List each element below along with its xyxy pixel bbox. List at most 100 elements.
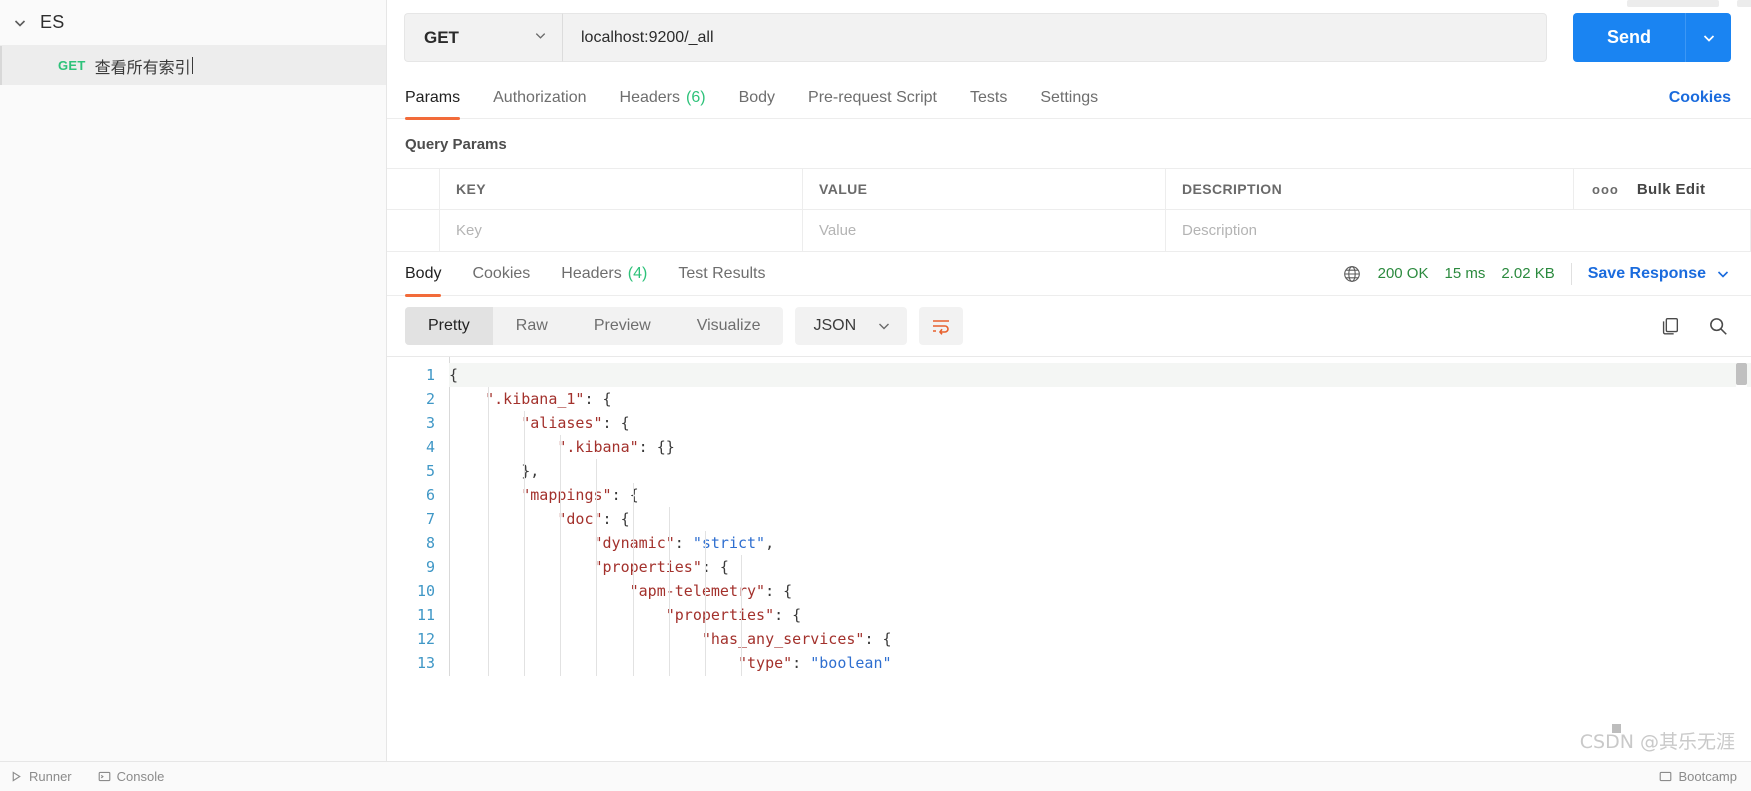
value-input[interactable]: Value (803, 210, 1166, 251)
cookies-link[interactable]: Cookies (1669, 89, 1731, 107)
code-token: : { (701, 558, 729, 576)
postman-window: ES GET 查看所有索引 Runner Console GET localho… (0, 0, 1751, 791)
code-line: "aliases": { (449, 411, 1751, 435)
request-method-tag: GET (58, 58, 86, 73)
code-token: : { (602, 414, 630, 432)
word-wrap-icon[interactable] (919, 307, 964, 345)
response-tab-test-results[interactable]: Test Results (678, 252, 765, 296)
search-icon[interactable] (1705, 313, 1731, 339)
response-tab-cookies[interactable]: Cookies (472, 252, 530, 296)
page-scrollbar[interactable] (1744, 0, 1751, 791)
code-line-number: 3 (425, 414, 435, 432)
more-options-icon[interactable]: ooo (1592, 182, 1619, 197)
code-line-number: 9 (425, 558, 435, 576)
bottom-status-bar: Bootcamp (387, 761, 1751, 791)
code-token: ".kibana_1" (485, 390, 585, 408)
code-indent-guide (632, 483, 634, 676)
response-tabs: Body Cookies Headers (4) Test Results 20… (387, 252, 1751, 297)
save-response-button[interactable]: Save Response (1588, 265, 1731, 283)
code-token: : (674, 534, 693, 552)
code-indent-guide (524, 411, 526, 676)
response-tab-body[interactable]: Body (405, 252, 442, 297)
copy-icon[interactable] (1657, 313, 1683, 339)
code-token: : { (602, 510, 630, 528)
response-size-label: 2.02 KB (1501, 265, 1555, 282)
code-indent-guide (668, 507, 670, 676)
code-token: "mappings" (521, 486, 612, 504)
watermark-square (1612, 724, 1621, 733)
code-line-number: 13 (416, 654, 435, 672)
tab-pre-request-script[interactable]: Pre-request Script (808, 78, 937, 119)
response-tab-body-label: Body (405, 264, 442, 282)
key-input[interactable]: Key (440, 210, 803, 251)
code-indent-guide (740, 555, 742, 676)
code-indent-guide (596, 459, 598, 676)
response-status-bar: 200 OK 15 ms 2.02 KB Save Response (1342, 262, 1731, 285)
chevron-down-icon[interactable] (6, 9, 34, 37)
statusbar-bootcamp-button[interactable]: Bootcamp (1659, 769, 1737, 784)
code-indent-guide (560, 435, 562, 676)
console-button[interactable]: Console (98, 769, 165, 784)
tab-authorization[interactable]: Authorization (493, 78, 586, 119)
row-checkbox-cell[interactable] (387, 210, 440, 251)
mode-preview[interactable]: Preview (571, 307, 674, 345)
send-button-group: Send (1572, 13, 1731, 62)
code-content[interactable]: { ".kibana_1" : { "aliases": { ".kibana":… (449, 357, 1751, 676)
url-input[interactable]: localhost:9200/_all (563, 13, 1547, 62)
top-tab-remnants (1627, 0, 1751, 9)
tab-headers[interactable]: Headers (6) (620, 78, 706, 119)
tab-headers-count: (6) (686, 89, 706, 106)
http-method-select[interactable]: GET (404, 13, 563, 62)
code-token: : { (765, 582, 793, 600)
tab-headers-label: Headers (619, 89, 680, 106)
code-line: "doc": { (449, 507, 1751, 531)
tab-tests[interactable]: Tests (970, 78, 1007, 119)
runner-label: Runner (29, 769, 72, 784)
response-body-code[interactable]: 1 2 3 4 5 6 7 8 9 10 11 12 13 { ".kibana_1": { "alia… (387, 356, 1751, 676)
code-token: : {} (638, 438, 675, 456)
status-bar-right: Bootcamp (1659, 769, 1737, 784)
bulk-edit-button[interactable]: Bulk Edit (1637, 181, 1706, 198)
code-token: : { (774, 606, 802, 624)
code-token: "apm-telemetry" (629, 582, 766, 600)
send-options-caret-icon[interactable] (1685, 13, 1731, 62)
mode-visualize[interactable]: Visualize (674, 307, 784, 345)
send-button[interactable]: Send (1572, 13, 1685, 62)
response-tab-headers[interactable]: Headers (4) (561, 252, 647, 296)
column-header-value: VALUE (803, 169, 1166, 209)
tab-tests-label: Tests (969, 89, 1008, 106)
code-line-number: 6 (425, 486, 435, 504)
mode-pretty[interactable]: Pretty (405, 307, 493, 345)
sidebar-request-item[interactable]: GET 查看所有索引 (0, 46, 386, 85)
code-line-number: 2 (425, 390, 435, 408)
code-line-number: 7 (425, 510, 435, 528)
tab-pre-request-script-label: Pre-request Script (808, 89, 937, 106)
mode-raw[interactable]: Raw (493, 307, 571, 345)
chevron-down-icon (1717, 270, 1729, 278)
code-token: "dynamic" (593, 534, 675, 552)
chevron-down-icon (879, 323, 890, 330)
console-label: Console (116, 769, 165, 784)
response-mode-segmented: Pretty Raw Preview Visualize (405, 307, 784, 345)
tab-body[interactable]: Body (739, 78, 775, 119)
code-token: { (449, 366, 459, 384)
code-line-number: 5 (425, 462, 435, 480)
format-select[interactable]: JSON (795, 307, 908, 345)
chevron-down-icon (533, 28, 548, 48)
column-header-key: KEY (440, 169, 803, 209)
code-line: "properties": { (449, 555, 1751, 579)
collection-row-es[interactable]: ES (0, 0, 386, 46)
select-all-checkbox-cell[interactable] (387, 169, 440, 209)
table-row: Key Value Description (387, 210, 1751, 251)
code-line: ".kibana": {} (449, 435, 1751, 459)
request-name-label: 查看所有索引 (94, 59, 191, 77)
description-input[interactable]: Description (1166, 210, 1751, 251)
tab-params[interactable]: Params (405, 78, 461, 120)
code-token: , (765, 534, 775, 552)
request-tabs: Params Authorization Headers (6) Body Pr… (387, 78, 1751, 120)
status-code-label: 200 OK (1377, 265, 1429, 282)
statusbar-bootcamp-label: Bootcamp (1678, 769, 1737, 784)
tab-settings[interactable]: Settings (1040, 78, 1098, 119)
sidebar-footer: Runner Console (0, 761, 387, 791)
runner-button[interactable]: Runner (10, 769, 72, 784)
